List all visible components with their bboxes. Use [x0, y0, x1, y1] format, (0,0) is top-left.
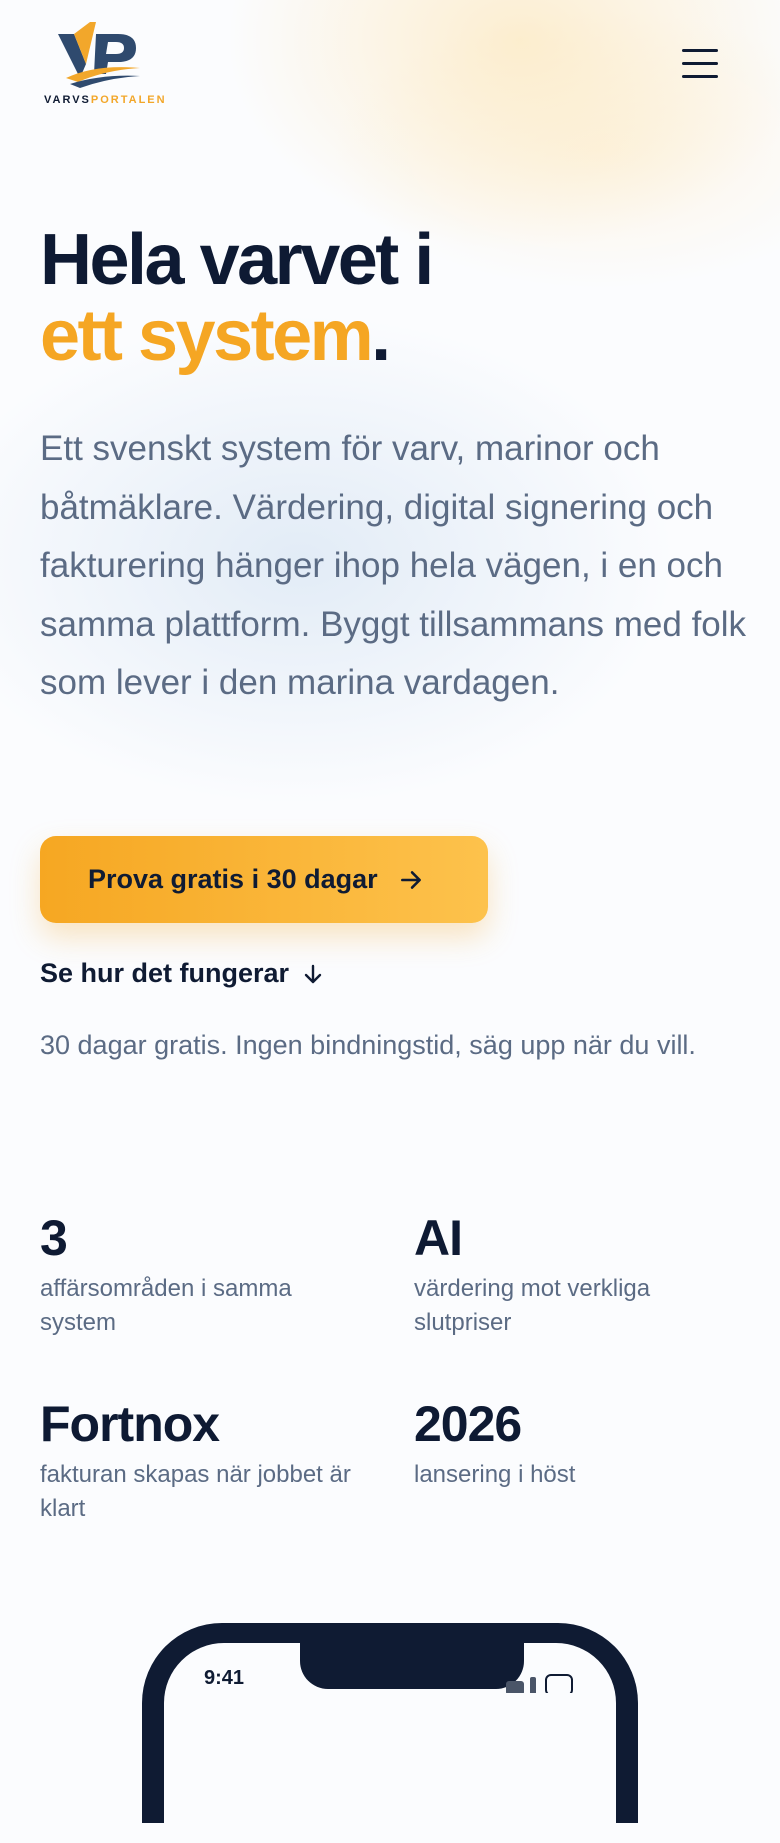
menu-button[interactable]	[674, 44, 726, 84]
stat-label: lansering i höst	[414, 1461, 576, 1488]
stat-value: 3	[40, 1210, 68, 1266]
stat-label: värdering mot verkliga slutpriser	[414, 1275, 651, 1336]
hamburger-menu-icon-bar2	[682, 62, 718, 65]
stat-business-areas: 3 affärsområden i samma system	[40, 1210, 360, 1340]
hero-title: Hela varvet i ett system.	[40, 220, 434, 376]
hero-title-line1: Hela varvet i	[40, 220, 434, 300]
logo-wordmark: VARVSPORTALEN	[44, 94, 167, 106]
stat-label: affärsområden i samma system	[40, 1275, 292, 1336]
hero-title-period: .	[371, 296, 391, 376]
see-how-it-works-link[interactable]: Se hur det fungerar	[40, 958, 325, 989]
phone-screen: 9:41	[164, 1643, 616, 1843]
hamburger-menu-icon	[682, 49, 718, 52]
hero-lead: Ett svenskt system för varv, marinor och…	[40, 429, 747, 702]
varvsportalen-logo[interactable]: VARVSPORTALEN	[42, 18, 165, 108]
stat-value: 2026	[414, 1396, 522, 1452]
page-content: VARVSPORTALEN Hela varvet i ett system. …	[0, 0, 780, 1843]
logo-wordmark-part2: PORTALEN	[90, 94, 167, 106]
stat-fortnox: Fortnox fakturan skapas när jobbet är kl…	[40, 1396, 360, 1526]
stat-launch: 2026 lansering i höst	[414, 1396, 734, 1492]
stat-value: AI	[414, 1210, 463, 1266]
phone-status-time: 9:41	[204, 1667, 245, 1689]
phone-notch	[300, 1643, 524, 1689]
try-free-button[interactable]: Prova gratis i 30 dagar	[40, 836, 488, 923]
arrow-right-icon	[400, 870, 421, 889]
arrow-down-icon	[304, 964, 322, 983]
stat-ai-valuation: AI värdering mot verkliga slutpriser	[414, 1210, 734, 1340]
signal-battery-icon	[506, 1674, 573, 1693]
logo-mark-icon	[58, 22, 140, 88]
hamburger-menu-icon-bar3	[682, 75, 718, 78]
stat-label: fakturan skapas när jobbet är klart	[40, 1461, 351, 1522]
see-how-it-works-label: Se hur det fungerar	[40, 958, 290, 988]
trial-note: 30 dagar gratis. Ingen bindningstid, säg…	[40, 1030, 696, 1060]
try-free-button-label: Prova gratis i 30 dagar	[88, 864, 378, 894]
logo-wordmark-part1: VARVS	[44, 94, 91, 106]
stat-value: Fortnox	[40, 1396, 220, 1452]
phone-mockup: 9:41	[142, 1623, 638, 1843]
hero-title-accent: ett system	[40, 296, 374, 376]
